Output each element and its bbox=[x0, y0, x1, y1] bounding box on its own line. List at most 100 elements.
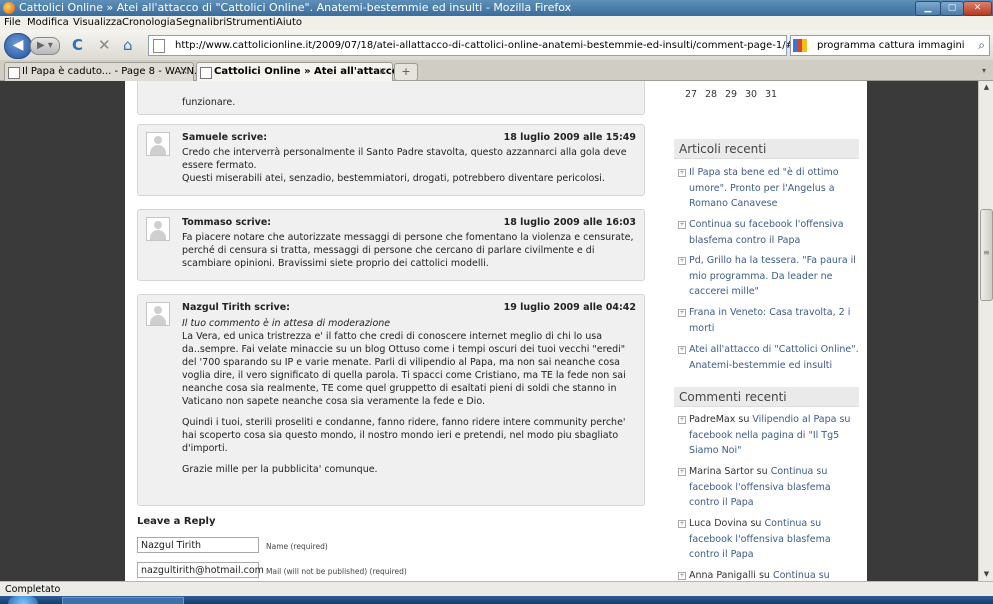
avatar bbox=[146, 302, 170, 326]
scroll-up-arrow-icon[interactable]: ▲ bbox=[980, 81, 993, 94]
home-button[interactable]: ⌂ bbox=[123, 36, 133, 54]
comment-author: Nazgul Tirith scrive: bbox=[182, 302, 290, 313]
email-input[interactable]: nazgultirith@hotmail.com bbox=[137, 562, 264, 578]
comment-author: PadreMax bbox=[689, 414, 736, 425]
menu-segnalibri[interactable]: Segnalibri bbox=[176, 16, 226, 30]
comment-paragraph: La Vera, ed unica tristrezza e' il fatto… bbox=[182, 331, 626, 407]
comment-author: Tommaso scrive: bbox=[182, 217, 272, 228]
menu-visualizza[interactable]: Visualizza bbox=[73, 16, 122, 30]
scrollbar-thumb[interactable] bbox=[980, 209, 993, 301]
title-bar: Cattolici Online » Atei all'attacco di "… bbox=[0, 0, 993, 16]
start-button[interactable] bbox=[8, 596, 38, 604]
leave-reply-heading: Leave a Reply bbox=[137, 516, 216, 527]
navigation-toolbar: ◀ ▶ ▾ C ✕ ⌂ http://www.cattolicionline.i… bbox=[0, 30, 993, 72]
expand-icon: + bbox=[678, 572, 686, 580]
search-box[interactable]: programma cattura immagini ⌕ bbox=[790, 35, 990, 56]
forward-button[interactable]: ▶ ▾ bbox=[30, 37, 60, 55]
vertical-scrollbar[interactable]: ▲ ▼ bbox=[978, 81, 993, 581]
calendar-day[interactable]: 28 bbox=[705, 89, 725, 100]
recent-post-link[interactable]: + Pd, Grillo ha la tessera. "Fa paura il … bbox=[678, 253, 860, 300]
firefox-logo-icon bbox=[3, 2, 15, 14]
recent-posts-heading: Articoli recenti bbox=[674, 139, 859, 159]
status-bar: Completato bbox=[0, 581, 993, 597]
expand-icon: + bbox=[678, 520, 686, 528]
window-title: Cattolici Online » Atei all'attacco di "… bbox=[19, 1, 572, 14]
comment-paragraph: Grazie mille per la pubblicita' comunque… bbox=[182, 464, 378, 475]
moderation-notice: Il tuo commento è in attesa di moderazio… bbox=[182, 318, 391, 329]
recent-comment-item: + Marina Sartor su Continua su facebook l… bbox=[678, 466, 831, 508]
tab-close-icon[interactable]: × bbox=[180, 63, 188, 81]
page-icon bbox=[153, 39, 165, 53]
recent-post-link[interactable]: + Il Papa sta bene ed "è di ottimo umore"… bbox=[678, 165, 860, 212]
new-tab-button[interactable]: + bbox=[394, 63, 418, 81]
comment-body: Il tuo commento è in attesa di moderazio… bbox=[182, 317, 638, 476]
menu-cronologia[interactable]: Cronologia bbox=[122, 16, 176, 30]
comment-author: Anna Panigalli bbox=[689, 570, 756, 581]
comment-date: 18 luglio 2009 alle 16:03 bbox=[503, 217, 636, 228]
url-text: http://www.cattolicionline.it/2009/07/18… bbox=[175, 40, 842, 51]
reload-button[interactable]: C bbox=[72, 36, 83, 54]
comment-post-link[interactable]: Continua su bbox=[773, 570, 830, 581]
recent-comment-item: + PadreMax su Vilipendio al Papa su faceb… bbox=[678, 414, 851, 456]
comment-body: funzionare. bbox=[182, 97, 236, 108]
recent-post-link[interactable]: + Atei all'attacco di "Cattolici Online".… bbox=[678, 342, 860, 373]
browser-window: Cattolici Online » Atei all'attacco di "… bbox=[0, 0, 993, 604]
expand-icon: + bbox=[678, 468, 686, 476]
comment-date: 18 luglio 2009 alle 15:49 bbox=[503, 132, 636, 143]
expand-icon: + bbox=[678, 416, 686, 424]
maximize-button[interactable]: ▢ bbox=[940, 1, 964, 16]
tab-bar: Il Papa è caduto... - Page 8 - WAYN... ×… bbox=[0, 60, 993, 81]
recent-comments-heading: Commenti recenti bbox=[674, 387, 859, 407]
comment-body: Credo che interverrà personalmente il Sa… bbox=[182, 147, 627, 184]
expand-icon: + bbox=[678, 257, 686, 265]
comment-samuele: Samuele scrive: 18 luglio 2009 alle 15:4… bbox=[137, 124, 645, 196]
menu-strumenti[interactable]: Strumenti bbox=[226, 16, 276, 30]
calendar-day[interactable]: 31 bbox=[765, 89, 785, 100]
search-icon[interactable]: ⌕ bbox=[978, 36, 985, 55]
recent-comment-item: + Luca Dovina su Continua su facebook l'o… bbox=[678, 518, 831, 560]
status-text: Completato bbox=[5, 584, 61, 595]
menu-aiuto[interactable]: Aiuto bbox=[276, 16, 302, 30]
name-label: Name (required) bbox=[266, 542, 328, 551]
menu-file[interactable]: File bbox=[4, 16, 21, 30]
back-button[interactable]: ◀ bbox=[4, 33, 32, 59]
expand-icon: + bbox=[678, 309, 686, 317]
minimize-button[interactable]: ▁ bbox=[915, 1, 941, 16]
menu-bar: File Modifica Visualizza Cronologia Segn… bbox=[0, 16, 993, 30]
recent-comment-item: + Anna Panigalli su Continua su bbox=[678, 570, 830, 581]
calendar-row: 27 28 29 30 31 bbox=[685, 89, 785, 100]
tab-cattolici-online[interactable]: Cattolici Online » Atei all'attacco ... … bbox=[196, 62, 414, 81]
comment-body: Fa piacere notare che autorizzate messag… bbox=[182, 232, 634, 269]
comment-paragraph: Quindi i tuoi, sterili proseliti e conda… bbox=[182, 417, 626, 454]
comment-tommaso: Tommaso scrive: 18 luglio 2009 alle 16:0… bbox=[137, 209, 645, 281]
search-text: programma cattura immagini bbox=[817, 40, 965, 51]
tab-list-button[interactable]: ▾ bbox=[978, 64, 990, 77]
calendar-day[interactable]: 30 bbox=[745, 89, 765, 100]
comment-author: Luca Dovina bbox=[689, 518, 748, 529]
expand-icon: + bbox=[678, 346, 686, 354]
url-bar[interactable]: http://www.cattolicionline.it/2009/07/18… bbox=[148, 35, 915, 72]
expand-icon: + bbox=[678, 169, 686, 177]
close-window-button[interactable]: ✕ bbox=[963, 1, 992, 16]
expand-icon: + bbox=[678, 221, 686, 229]
tab-favicon-icon bbox=[8, 67, 20, 79]
menu-modifica[interactable]: Modifica bbox=[27, 16, 69, 30]
tab-close-icon[interactable]: × bbox=[379, 63, 387, 81]
tab-favicon-icon bbox=[200, 67, 212, 79]
name-input[interactable]: Nazgul Tirith bbox=[137, 537, 259, 553]
comment-author: Marina Sartor bbox=[689, 466, 754, 477]
taskbar-window-button[interactable] bbox=[62, 597, 184, 604]
google-search-engine-icon[interactable] bbox=[793, 39, 807, 52]
windows-taskbar bbox=[0, 596, 993, 604]
recent-post-link[interactable]: + Frana in Veneto: Casa travolta, 2 i mor… bbox=[678, 305, 860, 336]
tab-wayn[interactable]: Il Papa è caduto... - Page 8 - WAYN... × bbox=[4, 62, 204, 81]
page-viewport: funzionare. Samuele scrive: 18 luglio 20… bbox=[0, 81, 978, 581]
calendar-day[interactable]: 27 bbox=[685, 89, 705, 100]
stop-button[interactable]: ✕ bbox=[98, 36, 111, 54]
avatar bbox=[146, 132, 170, 156]
recent-post-link[interactable]: + Continua su facebook l'offensiva blasfe… bbox=[678, 217, 860, 248]
scroll-down-arrow-icon[interactable]: ▼ bbox=[980, 568, 993, 581]
calendar-day[interactable]: 29 bbox=[725, 89, 745, 100]
page-content: funzionare. Samuele scrive: 18 luglio 20… bbox=[125, 81, 867, 581]
comment-nazgul: Nazgul Tirith scrive: 19 luglio 2009 all… bbox=[137, 294, 645, 506]
